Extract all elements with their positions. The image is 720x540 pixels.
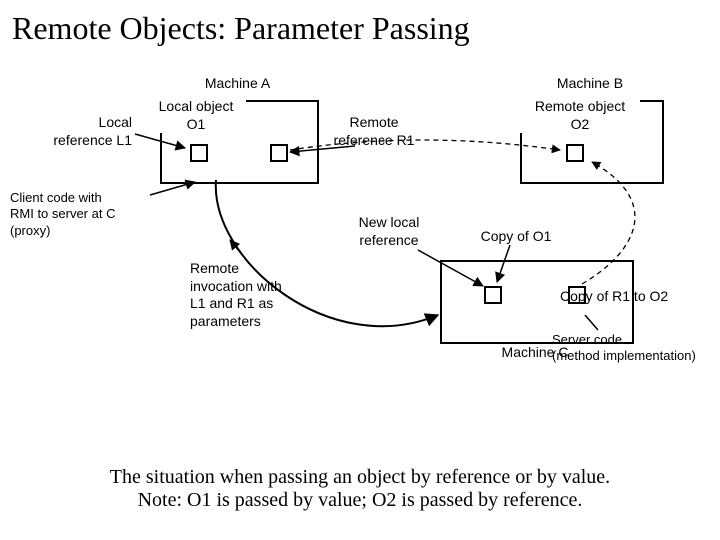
diagram-area: Machine A Machine B Machine C Localrefer… [0,60,720,410]
caption-line-2: Note: O1 is passed by value; O2 is passe… [0,489,720,512]
machine-a-label: Machine A [180,75,295,93]
page-title: Remote Objects: Parameter Passing [0,0,720,47]
remote-reference-r1-label: Remotereference R1 [324,114,424,149]
client-code-label: Client code withRMI to server at C(proxy… [10,190,160,239]
local-object-o1-label: Local objectO1 [146,98,246,133]
machine-b-label: Machine B [530,75,650,93]
remote-object-o2-dot [566,144,584,162]
remote-object-o2-label: Remote objectO2 [520,98,640,133]
new-local-reference-label: New localreference [344,214,434,249]
copy-of-o1-label: Copy of O1 [466,228,566,246]
copy-o1-dot [484,286,502,304]
remote-invocation-label: Remoteinvocation withL1 and R1 asparamet… [190,260,330,330]
local-object-o1-dot [190,144,208,162]
remote-ref-r1-dot [270,144,288,162]
server-code-label: Server code(method implementation) [552,332,720,365]
local-reference-l1-label: Localreference L1 [32,114,132,149]
caption: The situation when passing an object by … [0,466,720,512]
copy-r1-to-o2-label: Copy of R1 to O2 [560,288,720,306]
caption-line-1: The situation when passing an object by … [0,466,720,489]
